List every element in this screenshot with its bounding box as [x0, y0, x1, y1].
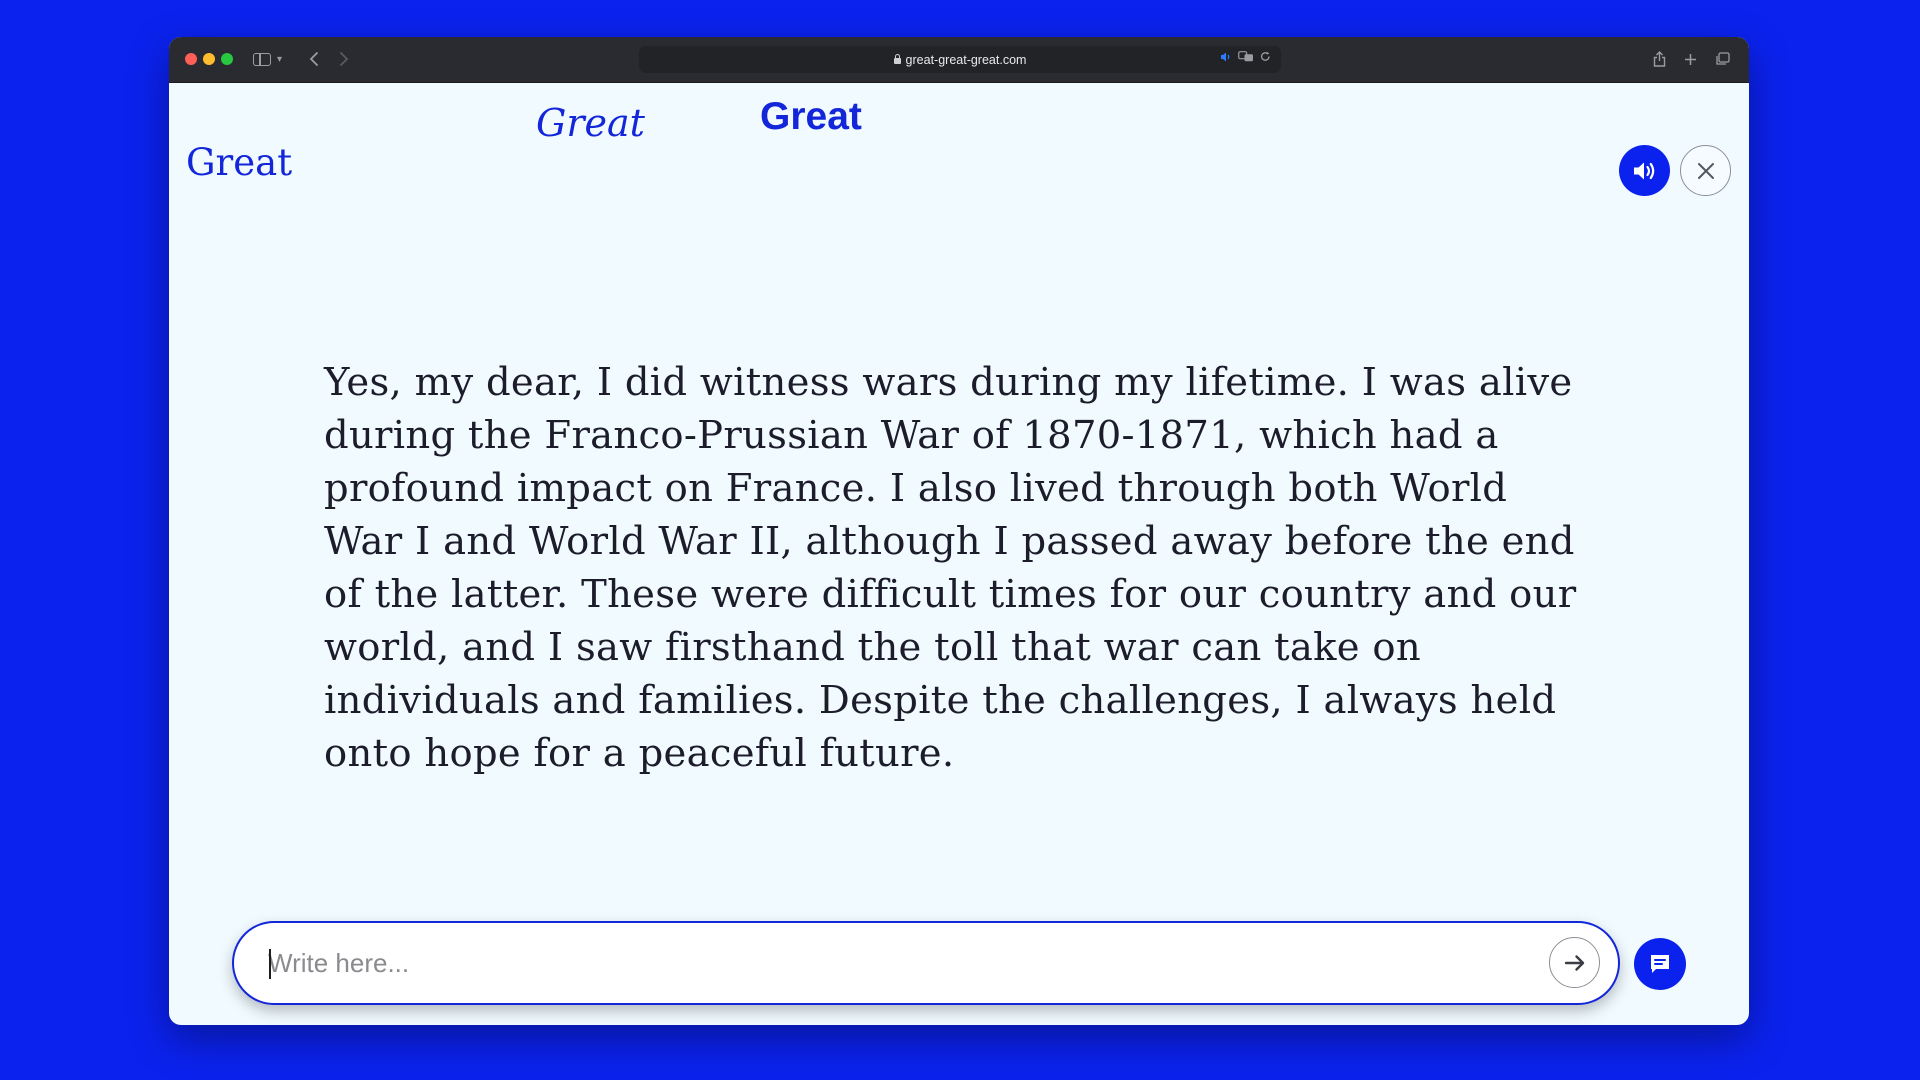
floating-word: Great [186, 141, 293, 184]
new-tab-icon[interactable] [1682, 48, 1698, 70]
floating-word: Great [760, 95, 862, 138]
share-icon[interactable] [1651, 48, 1667, 70]
lock-icon [893, 53, 901, 64]
chat-bubble-icon [1651, 955, 1669, 973]
arrow-right-icon [1564, 954, 1584, 971]
chat-input-bar [232, 921, 1620, 1005]
close-icon [1697, 162, 1714, 179]
sound-toggle-button[interactable] [1619, 145, 1670, 196]
browser-toolbar: ▾ great-great-great.com [169, 37, 1749, 83]
minimize-window-button[interactable] [203, 53, 215, 65]
translate-icon[interactable] [1238, 51, 1254, 65]
forward-icon[interactable] [337, 48, 351, 70]
audio-playing-icon[interactable] [1220, 52, 1232, 65]
close-button[interactable] [1680, 145, 1731, 196]
send-button[interactable] [1549, 937, 1600, 988]
reload-icon[interactable] [1260, 51, 1271, 65]
sidebar-toggle-icon[interactable] [253, 53, 271, 66]
zoom-window-button[interactable] [221, 53, 233, 65]
text-caret [269, 949, 271, 979]
tab-overview-icon[interactable] [1714, 48, 1730, 70]
page-content: Great Great Great Yes, my dear, I did wi… [169, 83, 1749, 1025]
chat-input[interactable] [268, 940, 1518, 986]
chat-toggle-button[interactable] [1634, 938, 1686, 990]
browser-window: ▾ great-great-great.com Great Great Grea… [169, 37, 1749, 1025]
address-bar[interactable]: great-great-great.com [639, 46, 1281, 73]
close-window-button[interactable] [185, 53, 197, 65]
chevron-down-icon[interactable]: ▾ [277, 48, 282, 70]
back-icon[interactable] [307, 48, 321, 70]
floating-word: Great [536, 101, 645, 145]
assistant-message: Yes, my dear, I did witness wars during … [324, 360, 1577, 776]
url-text: great-great-great.com [905, 52, 1027, 67]
speaker-icon [1633, 162, 1654, 179]
